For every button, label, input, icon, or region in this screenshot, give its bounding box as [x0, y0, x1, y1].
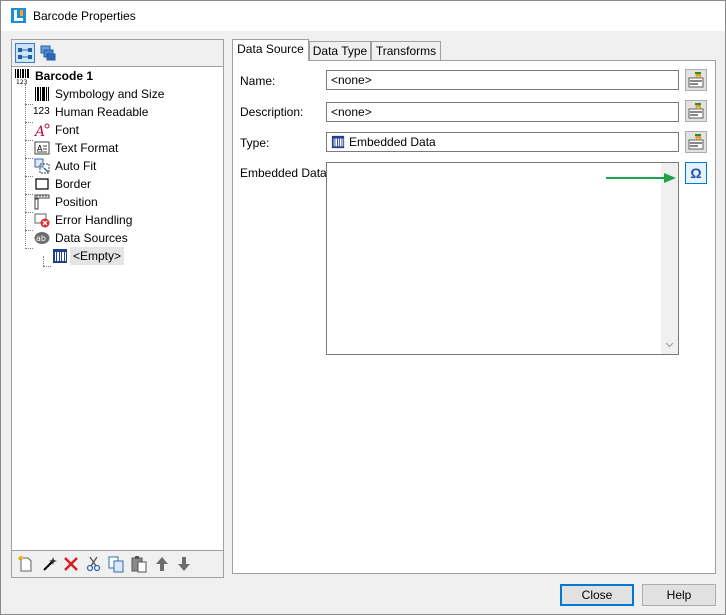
wizard-button[interactable] [40, 555, 58, 573]
embedded-data-textarea[interactable] [326, 162, 679, 355]
copy-button[interactable] [107, 555, 125, 573]
layers-icon [40, 45, 56, 61]
copy-icon [108, 556, 124, 573]
tree-item-label: Font [55, 123, 80, 137]
property-tree-panel: 123 Barcode 1 Symbology and Size 123 Hum… [11, 39, 224, 578]
type-picker-button[interactable] [685, 131, 707, 153]
type-label: Type: [240, 136, 270, 150]
tree-item-label: Auto Fit [55, 159, 97, 173]
border-icon [35, 178, 49, 190]
description-picker-button[interactable] [685, 100, 707, 122]
tree-view-icon [18, 48, 32, 59]
type-value: Embedded Data [349, 135, 436, 149]
data-picker-icon [688, 103, 704, 119]
barcode-123-icon: 123 [15, 69, 29, 84]
special-character-button[interactable]: Ω [685, 162, 707, 184]
name-picker-button[interactable] [685, 69, 707, 91]
embedded-data-label: Embedded Data: [240, 166, 331, 180]
tree-view-button[interactable] [15, 43, 35, 63]
magic-wand-icon [43, 557, 57, 571]
tree-actions-toolbar [12, 550, 223, 577]
description-label: Description: [240, 105, 304, 119]
barcode-properties-dialog: Barcode Properties 123 Barcode 1 Symbolo… [0, 0, 726, 615]
move-up-button[interactable] [153, 555, 171, 573]
type-field[interactable]: Embedded Data [326, 132, 679, 152]
data-picker-icon [688, 72, 704, 88]
text-format-icon: A [34, 141, 50, 155]
new-icon [18, 555, 32, 572]
tree-item-label: Border [55, 177, 92, 191]
description-input[interactable] [326, 102, 679, 122]
data-sources-icon: ab [34, 232, 50, 244]
tree-item-label: Error Handling [55, 213, 133, 227]
chevron-down-icon [665, 342, 674, 348]
tab-transforms[interactable]: Transforms [371, 41, 441, 60]
embedded-data-icon [331, 135, 345, 149]
name-input[interactable] [326, 70, 679, 90]
tree-toolbar [12, 40, 223, 67]
embedded-data-icon [53, 249, 67, 263]
tab-data-type[interactable]: Data Type [309, 41, 371, 60]
layers-view-button[interactable] [38, 43, 58, 63]
tree-item-label: Symbology and Size [55, 87, 165, 101]
arrow-down-icon [178, 557, 190, 571]
tree-item-label: Text Format [55, 141, 119, 155]
scissors-icon [86, 556, 101, 572]
annotation-arrow-icon [606, 173, 676, 183]
property-tree: 123 Barcode 1 Symbology and Size 123 Hum… [12, 67, 223, 547]
tab-data-source[interactable]: Data Source [232, 39, 309, 61]
tree-item-label: Barcode 1 [35, 69, 94, 83]
close-button[interactable]: Close [560, 584, 634, 606]
svg-text:ab: ab [36, 234, 46, 243]
cut-button[interactable] [85, 555, 103, 573]
move-down-button[interactable] [175, 555, 193, 573]
omega-icon: Ω [690, 165, 702, 181]
paste-icon [131, 556, 147, 573]
paste-button[interactable] [130, 555, 148, 573]
position-icon [34, 194, 50, 210]
new-button[interactable] [17, 555, 35, 573]
tree-item-label: Position [55, 195, 98, 209]
human-readable-icon: 123 [33, 106, 50, 117]
svg-text:123: 123 [16, 79, 28, 84]
name-label: Name: [240, 74, 276, 88]
svg-text:A: A [34, 124, 45, 138]
window-title: Barcode Properties [33, 9, 136, 23]
tree-item-label: <Empty> [70, 247, 125, 265]
delete-button[interactable] [62, 555, 80, 573]
error-handling-icon [34, 213, 50, 228]
help-button[interactable]: Help [642, 584, 716, 606]
arrow-up-icon [156, 557, 168, 571]
delete-icon [64, 557, 78, 571]
title-bar: Barcode Properties [1, 1, 725, 31]
font-icon: A [34, 123, 50, 138]
textarea-scrollbar[interactable] [661, 163, 678, 354]
data-picker-icon [688, 134, 704, 150]
tree-item-label: Human Readable [55, 105, 149, 119]
app-logo-icon [11, 8, 26, 23]
tree-item-label: Data Sources [55, 231, 128, 245]
auto-fit-icon [34, 158, 50, 174]
barcode-icon [35, 87, 49, 101]
